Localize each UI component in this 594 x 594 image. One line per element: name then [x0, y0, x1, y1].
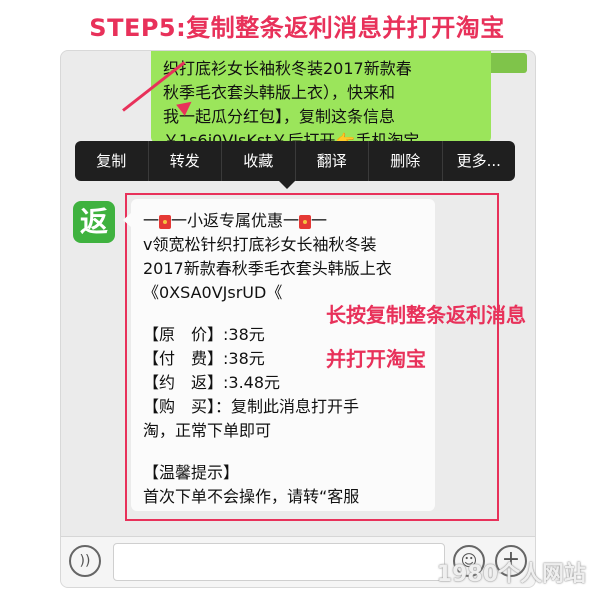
menu-translate[interactable]: 翻译	[296, 141, 369, 181]
menu-favorite[interactable]: 收藏	[222, 141, 296, 181]
chat-screen: 织打底衫女长袖秋冬装2017新款春 秋季毛衣套头韩版上衣），快来和 我一起瓜分红…	[60, 50, 536, 588]
product-line: v领宽松针织打底衫女长袖秋冬装	[143, 235, 377, 254]
menu-copy[interactable]: 复制	[75, 141, 149, 181]
bubble-tail	[123, 213, 131, 227]
tip-title: 【温馨提示】	[143, 463, 240, 482]
contact-avatar[interactable]: 返	[73, 201, 115, 243]
menu-forward[interactable]: 转发	[149, 141, 222, 181]
message-input[interactable]	[113, 543, 445, 581]
context-menu: 复制 转发 收藏 翻译 删除 更多...	[75, 141, 515, 181]
purchase-instruction: 【购 买】：复制此消息打开手	[143, 397, 360, 416]
menu-delete[interactable]: 删除	[369, 141, 443, 181]
message-line: 秋季毛衣套头韩版上衣），快来和	[163, 83, 396, 102]
annotation-line-1: 长按复制整条返利消息	[326, 303, 526, 327]
purchase-instruction-cont: 淘，正常下单即可	[143, 421, 272, 440]
annotation-line-2: 并打开淘宝	[326, 347, 426, 371]
sent-message-bubble[interactable]: 织打底衫女长袖秋冬装2017新款春 秋季毛衣套头韩版上衣），快来和 我一起瓜分红…	[151, 51, 491, 143]
menu-more[interactable]: 更多...	[443, 141, 516, 181]
red-envelope-icon	[299, 214, 312, 229]
message-line: 织打底衫女长袖秋冬装2017新款春	[163, 59, 412, 78]
product-line: 2017新款春秋季毛衣套头韩版上衣	[143, 259, 392, 278]
step-title: STEP5:复制整条返利消息并打开淘宝	[89, 14, 505, 42]
voice-icon[interactable]: ))	[69, 545, 101, 577]
self-avatar[interactable]	[487, 53, 527, 73]
price-rebate: 【约 返】:3.48元	[143, 373, 281, 392]
watermark: 1980个人网站	[436, 562, 586, 587]
message-line: 我一起瓜分红包】，复制这条信息	[163, 107, 396, 126]
promo-header: 一一小返专属优惠一一	[143, 211, 328, 230]
menu-pointer	[279, 181, 295, 189]
red-envelope-icon	[159, 214, 172, 229]
tip-text: 首次下单不会操作，请转“客服	[143, 487, 360, 506]
